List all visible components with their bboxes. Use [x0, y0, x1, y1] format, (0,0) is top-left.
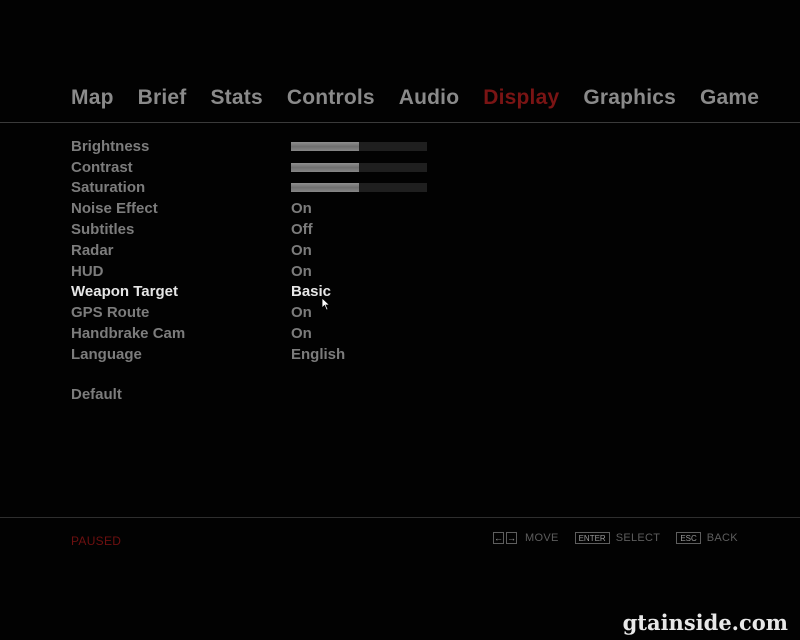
right-arrow-key-icon: → [506, 532, 517, 544]
setting-label: Subtitles [71, 221, 135, 239]
setting-handbrake-cam[interactable]: Handbrake Cam On [71, 323, 491, 344]
tab-stats[interactable]: Stats [210, 86, 262, 110]
left-arrow-key-icon: ← [493, 532, 504, 544]
top-divider [0, 122, 800, 123]
menu-tabs: Map Brief Stats Controls Audio Display G… [71, 82, 783, 114]
setting-radar[interactable]: Radar On [71, 240, 491, 261]
tab-display[interactable]: Display [483, 86, 559, 110]
setting-value: On [291, 241, 312, 259]
setting-hud[interactable]: HUD On [71, 261, 491, 282]
watermark: gtainside.com [622, 610, 788, 635]
setting-label: Contrast [71, 158, 133, 176]
setting-gps-route[interactable]: GPS Route On [71, 302, 491, 323]
bottom-divider [0, 517, 800, 518]
setting-label: Language [71, 345, 142, 363]
setting-value: On [291, 325, 312, 343]
control-hints: ← → MOVE ENTER SELECT ESC BACK [493, 532, 738, 544]
tab-graphics[interactable]: Graphics [583, 86, 676, 110]
display-settings-list: Brightness Contrast Saturation Noise Eff… [71, 136, 491, 365]
setting-label: Weapon Target [71, 283, 178, 301]
back-hint: BACK [706, 532, 738, 544]
setting-subtitles[interactable]: Subtitles Off [71, 219, 491, 240]
setting-label: HUD [71, 262, 104, 280]
setting-label: Brightness [71, 137, 150, 155]
contrast-slider[interactable] [291, 162, 427, 172]
setting-language[interactable]: Language English [71, 344, 491, 365]
move-hint: MOVE [525, 532, 559, 544]
select-hint: SELECT [615, 532, 661, 544]
setting-label: Saturation [71, 179, 146, 197]
slider-fill [291, 183, 359, 193]
tab-game[interactable]: Game [700, 86, 759, 110]
default-button[interactable]: Default [71, 386, 122, 403]
paused-status: PAUSED [71, 534, 122, 548]
slider-fill [291, 162, 359, 172]
tab-controls[interactable]: Controls [287, 86, 375, 110]
mouse-cursor-icon [321, 297, 331, 311]
setting-value: Off [291, 221, 313, 239]
setting-label: Radar [71, 241, 114, 259]
setting-saturation[interactable]: Saturation [71, 178, 491, 199]
setting-weapon-target[interactable]: Weapon Target Basic [71, 282, 491, 303]
brightness-slider[interactable] [291, 141, 427, 151]
setting-value: On [291, 262, 312, 280]
setting-brightness[interactable]: Brightness [71, 136, 491, 157]
setting-label: Handbrake Cam [71, 325, 186, 343]
setting-value: On [291, 304, 312, 322]
setting-noise-effect[interactable]: Noise Effect On [71, 198, 491, 219]
setting-value: English [291, 345, 346, 363]
setting-contrast[interactable]: Contrast [71, 157, 491, 178]
setting-value: On [291, 200, 312, 218]
enter-key-icon: ENTER [574, 532, 610, 544]
tab-brief[interactable]: Brief [138, 86, 187, 110]
tab-audio[interactable]: Audio [399, 86, 459, 110]
slider-fill [291, 141, 359, 151]
setting-label: GPS Route [71, 304, 150, 322]
tab-map[interactable]: Map [71, 86, 114, 110]
esc-key-icon: ESC [676, 532, 701, 544]
pause-menu: Map Brief Stats Controls Audio Display G… [0, 0, 800, 640]
setting-label: Noise Effect [71, 200, 158, 218]
saturation-slider[interactable] [291, 183, 427, 193]
